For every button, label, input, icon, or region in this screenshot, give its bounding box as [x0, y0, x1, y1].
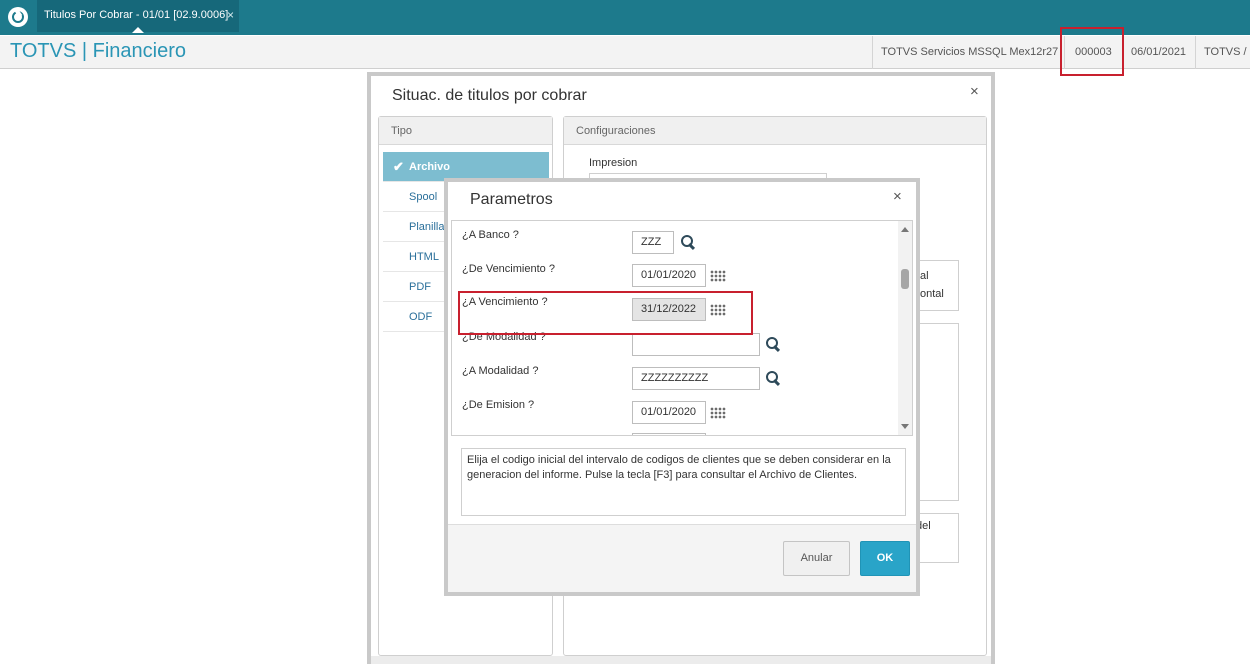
dialog-footer: [371, 656, 991, 664]
a-modalidad-input[interactable]: ZZZZZZZZZZ: [632, 367, 760, 390]
tipo-item-label: Archivo: [409, 161, 450, 173]
tipo-header: Tipo: [379, 117, 552, 145]
tab-close-icon[interactable]: ×: [227, 0, 234, 30]
scroll-thumb[interactable]: [901, 269, 909, 289]
calendar-icon[interactable]: [710, 407, 726, 419]
params-scrollbar[interactable]: [898, 221, 912, 435]
app-title: TOTVS | Financiero: [10, 40, 186, 62]
option-text-2: ontal: [920, 288, 944, 300]
param-label-a-banco: ¿A Banco ?: [462, 229, 519, 241]
de-emision-input[interactable]: 01/01/2020: [632, 401, 706, 424]
next-param-input[interactable]: [632, 433, 706, 435]
param-label-a-modalidad: ¿A Modalidad ?: [462, 365, 539, 377]
highlight-a-vencimiento-box: [458, 291, 753, 335]
impresion-label: Impresion: [589, 157, 638, 169]
server-info: TOTVS Servicios MSSQL Mex12r27: [872, 36, 1066, 69]
dialog-footer: Anular OK: [448, 524, 916, 592]
system-date: 06/01/2021: [1122, 36, 1194, 69]
de-modalidad-input[interactable]: [632, 333, 760, 356]
configuraciones-header: Configuraciones: [564, 117, 986, 145]
de-vencimiento-input[interactable]: 01/01/2020: [632, 264, 706, 287]
environment-info: TOTVS / I: [1195, 36, 1250, 69]
parametros-dialog: Parametros × ¿A Banco ? ZZZ ¿De Vencimie…: [448, 182, 916, 592]
totvs-logo-icon[interactable]: [8, 7, 28, 27]
tab-label: Titulos Por Cobrar - 01/01 [02.9.0006]: [44, 9, 229, 21]
dialog-title: Situac. de titulos por cobrar: [392, 87, 587, 104]
dialog-title: Parametros: [470, 191, 553, 208]
help-text: Elija el codigo inicial del intervalo de…: [461, 448, 906, 516]
highlight-code-box: [1060, 27, 1124, 76]
anular-button[interactable]: Anular: [783, 541, 850, 576]
search-icon[interactable]: [680, 234, 696, 250]
close-icon[interactable]: ×: [970, 83, 979, 100]
param-label-de-vencimiento: ¿De Vencimiento ?: [462, 263, 555, 275]
search-icon[interactable]: [765, 336, 781, 352]
active-tab-caret-icon: [132, 27, 144, 33]
ok-button[interactable]: OK: [860, 541, 910, 576]
close-icon[interactable]: ×: [893, 188, 902, 205]
a-banco-input[interactable]: ZZZ: [632, 231, 674, 254]
calendar-icon[interactable]: [710, 270, 726, 282]
param-label-de-emision: ¿De Emision ?: [462, 399, 535, 411]
scroll-down-icon[interactable]: [901, 424, 909, 429]
option-text-1: al: [920, 270, 929, 282]
scroll-up-icon[interactable]: [901, 227, 909, 232]
search-icon[interactable]: [765, 370, 781, 386]
check-icon: ✔: [393, 159, 404, 174]
